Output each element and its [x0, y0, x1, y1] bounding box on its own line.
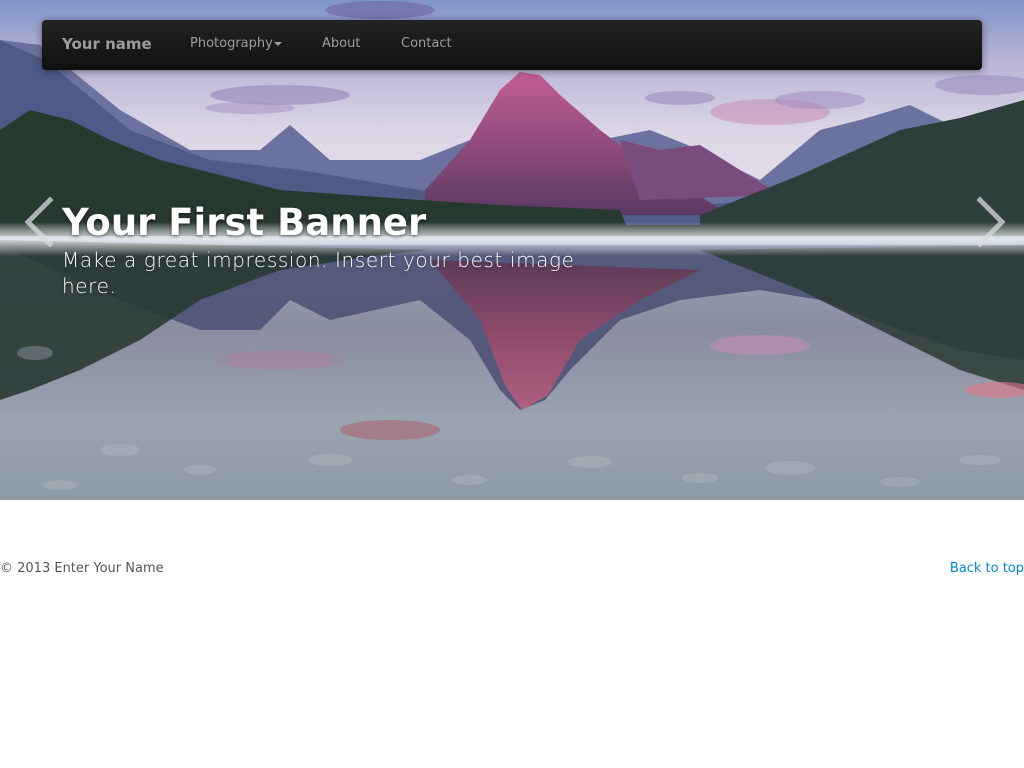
page: Your name Photography About Contact Your…	[0, 0, 1024, 768]
nav-item-about[interactable]: About	[322, 20, 360, 70]
chevron-left-icon	[24, 196, 54, 248]
carousel-prev-button[interactable]	[18, 194, 58, 250]
banner-title: Your First Banner	[62, 201, 427, 244]
carousel-next-button[interactable]	[970, 194, 1010, 250]
back-to-top-link[interactable]: Back to top	[950, 560, 1024, 578]
chevron-right-icon	[976, 196, 1006, 248]
banner-text: Make a great impression. Insert your bes…	[62, 248, 575, 298]
navbar: Your name Photography About Contact	[42, 20, 982, 70]
caret-down-icon	[273, 41, 282, 46]
nav-item-photography[interactable]: Photography	[190, 20, 282, 70]
nav-item-label: Contact	[401, 36, 452, 51]
nav-item-label: About	[322, 36, 361, 51]
nav-item-contact[interactable]: Contact	[401, 20, 452, 70]
nav-item-label: Photography	[190, 36, 273, 51]
footer-copyright: © 2013 Enter Your Name	[0, 561, 164, 576]
carousel: Your name Photography About Contact Your…	[0, 0, 1024, 500]
brand-link[interactable]: Your name	[62, 20, 152, 70]
